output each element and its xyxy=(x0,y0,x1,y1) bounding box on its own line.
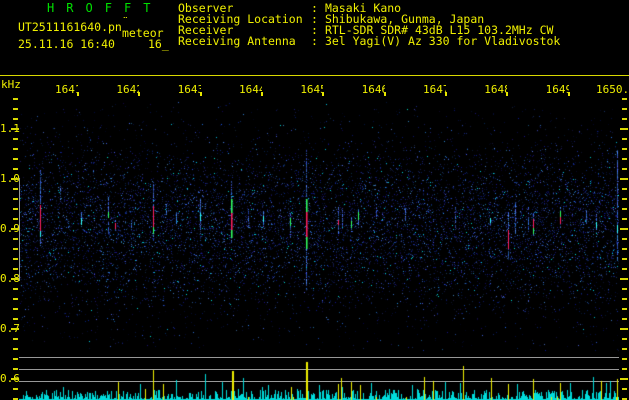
axis-tick-left xyxy=(13,268,18,270)
axis-tick-right xyxy=(622,318,627,320)
axis-tick-right xyxy=(622,248,627,250)
axis-tick-right xyxy=(622,98,627,100)
time-label: 1643 xyxy=(177,84,201,96)
axis-tick-left xyxy=(13,338,18,340)
axis-tick-left xyxy=(11,278,19,280)
axis-tick-left xyxy=(13,218,18,220)
axis-tick-right xyxy=(620,178,628,180)
axis-tick-left xyxy=(13,138,18,140)
axis-tick-left xyxy=(13,168,18,170)
axis-tick-right xyxy=(620,328,628,330)
axis-tick-right xyxy=(622,308,627,310)
axis-tick-right xyxy=(622,288,627,290)
axis-tick-right xyxy=(622,238,627,240)
axis-tick-right xyxy=(622,148,627,150)
axis-tick-left xyxy=(13,108,18,110)
axis-tick-left xyxy=(11,128,19,130)
info-label: Receiving Antenna xyxy=(178,34,296,48)
axis-tick-right xyxy=(620,128,628,130)
time-label: 1644 xyxy=(238,84,262,96)
info-row-antenna: Receiving Antenna:3el Yagi(V) Az 330 for… xyxy=(178,34,561,48)
axis-tick-right xyxy=(622,298,627,300)
time-tick-mark xyxy=(383,92,386,96)
axis-tick-right xyxy=(622,348,627,350)
header-divider-line xyxy=(0,75,629,76)
axis-tick-left xyxy=(13,158,18,160)
axis-tick-left xyxy=(13,318,18,320)
app-title: H R O F F T xyxy=(47,1,153,15)
time-tick-mark xyxy=(567,92,570,96)
axis-tick-left xyxy=(13,188,18,190)
time-tick-mark xyxy=(322,92,325,96)
axis-tick-left xyxy=(13,148,18,150)
axis-tick-right xyxy=(622,188,627,190)
y-axis-unit-label: kHz xyxy=(1,78,21,91)
time-label: 1650. xyxy=(596,84,629,96)
time-label: 1642 xyxy=(116,84,139,96)
axis-tick-left xyxy=(13,298,18,300)
axis-tick-right xyxy=(620,378,628,380)
axis-tick-left xyxy=(13,248,18,250)
time-label: 1647 xyxy=(422,84,446,96)
axis-tick-right xyxy=(622,388,627,390)
time-label: 1648 xyxy=(484,84,507,96)
output-filename: UT2511161640.pn xyxy=(18,20,122,34)
axis-tick-right xyxy=(622,368,627,370)
axis-tick-left xyxy=(13,388,18,390)
axis-tick-left xyxy=(13,198,18,200)
time-label: 1645 xyxy=(300,84,323,96)
axis-tick-right xyxy=(620,228,628,230)
axis-tick-right xyxy=(622,138,627,140)
axis-tick-right xyxy=(622,218,627,220)
axis-tick-left xyxy=(13,118,18,120)
axis-tick-left xyxy=(13,368,18,370)
time-tick-mark xyxy=(138,92,141,96)
time-tick-mark xyxy=(199,92,202,96)
time-tick-mark xyxy=(506,92,509,96)
axis-tick-left xyxy=(13,358,18,360)
axis-tick-right xyxy=(622,268,627,270)
axis-tick-left xyxy=(11,328,19,330)
time-tick-mark xyxy=(444,92,447,96)
axis-tick-left xyxy=(11,228,19,230)
spectrogram-canvas xyxy=(19,100,619,356)
noise-plot-canvas xyxy=(19,356,619,400)
axis-tick-right xyxy=(620,278,628,280)
axis-tick-left xyxy=(13,208,18,210)
axis-tick-right xyxy=(622,168,627,170)
axis-tick-right xyxy=(622,118,627,120)
time-tick-mark xyxy=(77,92,79,96)
axis-tick-right xyxy=(622,198,627,200)
axis-tick-right xyxy=(622,108,627,110)
axis-tick-right xyxy=(622,338,627,340)
axis-tick-left xyxy=(13,238,18,240)
axis-tick-left xyxy=(13,98,18,100)
axis-tick-left xyxy=(11,378,19,380)
axis-tick-right xyxy=(622,258,627,260)
datetime-text: 25.11.16 16:40 xyxy=(18,37,115,51)
hrofft-app-window: H R O F F T UT2511161640.pn ¨ meteor 25.… xyxy=(0,0,629,400)
axis-tick-right xyxy=(622,158,627,160)
time-label: 1641 xyxy=(55,84,78,96)
time-label: 1649 xyxy=(545,84,569,96)
time-tick-mark xyxy=(260,92,263,96)
info-value: 3el Yagi(V) Az 330 for Vladivostok xyxy=(324,34,561,48)
axis-tick-left xyxy=(13,288,18,290)
time-label: 1646 xyxy=(361,84,385,96)
axis-tick-left xyxy=(11,178,19,180)
minute-counter: 16_ xyxy=(148,37,169,51)
axis-tick-right xyxy=(622,208,627,210)
band-marker-line xyxy=(19,178,20,281)
axis-tick-left xyxy=(13,348,18,350)
axis-tick-left xyxy=(13,308,18,310)
axis-tick-right xyxy=(622,358,627,360)
colon: : xyxy=(311,34,318,48)
axis-tick-left xyxy=(13,258,18,260)
